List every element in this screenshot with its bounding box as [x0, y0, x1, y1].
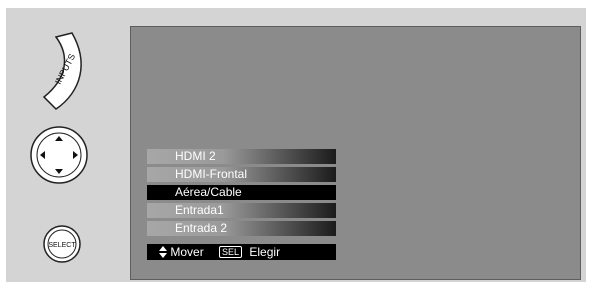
- menu-item-entrada2[interactable]: Entrada 2: [147, 221, 336, 236]
- select-button[interactable]: SELECT: [42, 224, 82, 264]
- menu-item-hdmi2[interactable]: HDMI 2: [147, 149, 336, 164]
- menu-item-entrada1[interactable]: Entrada1: [147, 203, 336, 218]
- sel-key-badge: SEL: [219, 246, 243, 258]
- input-menu: HDMI 2 HDMI-Frontal Aérea/Cable Entrada1…: [147, 149, 336, 239]
- tv-frame: [6, 8, 586, 282]
- menu-item-aerea-cable[interactable]: Aérea/Cable: [147, 185, 336, 200]
- inputs-button[interactable]: INPUTS: [40, 31, 88, 111]
- select-button-label: SELECT: [48, 242, 76, 249]
- menu-footer: Mover SEL Elegir: [147, 244, 336, 260]
- up-down-arrows-icon: [159, 244, 167, 258]
- menu-item-hdmi-frontal[interactable]: HDMI-Frontal: [147, 167, 336, 182]
- dpad-button[interactable]: [29, 125, 89, 185]
- footer-move-label: Mover: [170, 245, 204, 259]
- footer-choose-label: Elegir: [249, 245, 281, 259]
